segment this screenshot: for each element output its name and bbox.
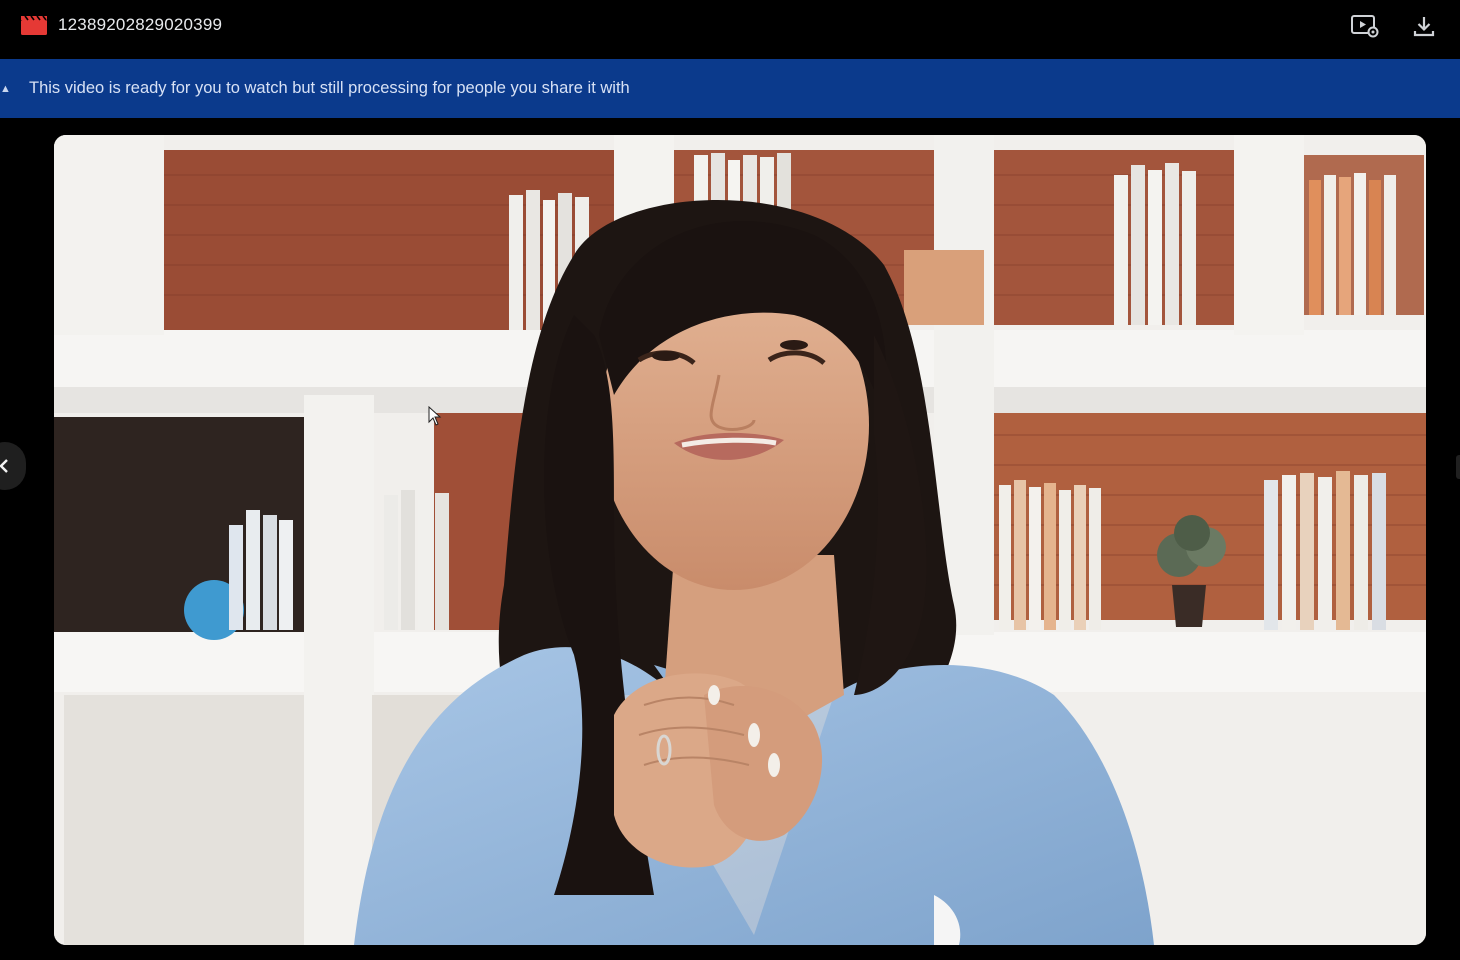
caret-up-icon[interactable]: ▲ — [0, 83, 11, 95]
file-title: 12389202829020399 — [58, 15, 223, 34]
video-clapperboard-icon — [21, 15, 47, 35]
download-icon — [1413, 17, 1435, 37]
player-settings-button[interactable] — [1347, 10, 1383, 42]
next-button-edge[interactable] — [1456, 455, 1460, 479]
previous-button[interactable] — [0, 442, 26, 490]
top-bar: 12389202829020399 — [0, 0, 1460, 58]
banner-message: This video is ready for you to watch but… — [29, 79, 630, 97]
video-frame-image — [54, 135, 1426, 945]
mouse-cursor-icon — [428, 406, 442, 426]
processing-banner: ▲ This video is ready for you to watch b… — [0, 59, 1460, 118]
download-button[interactable] — [1406, 10, 1442, 42]
video-player[interactable] — [54, 135, 1426, 945]
video-settings-icon — [1351, 15, 1379, 38]
chevron-left-icon — [0, 459, 8, 473]
